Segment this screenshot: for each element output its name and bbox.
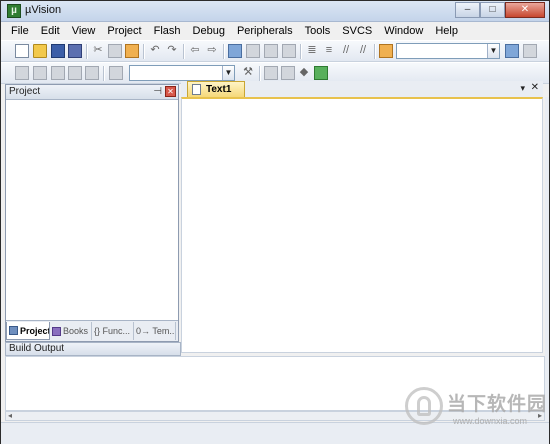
load-icon[interactable] xyxy=(109,66,123,80)
window-edge xyxy=(545,97,549,422)
project-pane-tabs: Project Books {} Func... 0→ Tem... xyxy=(6,320,178,341)
watermark-text: 当下软件园 xyxy=(447,393,548,415)
project-pane-title: Project xyxy=(9,86,41,97)
rebuild-icon[interactable] xyxy=(51,66,65,80)
close-button[interactable]: ✕ xyxy=(505,2,545,18)
tab-label: Books xyxy=(63,326,89,336)
navigate-forward-icon[interactable]: ⇨ xyxy=(205,44,219,58)
tab-label: Project xyxy=(20,325,50,336)
toolbar-separator xyxy=(374,44,376,59)
save-icon[interactable] xyxy=(51,44,65,58)
tab-label: 0→ Tem... xyxy=(136,326,176,336)
menu-help[interactable]: Help xyxy=(429,22,464,40)
pack-installer-icon[interactable]: ◆ xyxy=(297,66,311,80)
next-bookmark-icon[interactable] xyxy=(264,44,278,58)
find-icon[interactable] xyxy=(505,44,519,58)
editor-tab-text1[interactable]: Text1 xyxy=(187,81,245,97)
bookmark-icon[interactable] xyxy=(228,44,242,58)
menu-project[interactable]: Project xyxy=(101,22,147,40)
menu-peripherals[interactable]: Peripherals xyxy=(231,22,299,40)
watermark-logo xyxy=(405,387,443,425)
tab-label: {} Func... xyxy=(94,326,131,336)
menu-debug[interactable]: Debug xyxy=(187,22,231,40)
project-tree[interactable] xyxy=(8,101,176,321)
unindent-icon[interactable]: ≡ xyxy=(322,44,336,58)
target-combo[interactable]: ▼ xyxy=(129,65,235,81)
manage-components-icon[interactable] xyxy=(281,66,295,80)
application-window: µ µVision – □ ✕ File Edit View Project F… xyxy=(0,0,550,444)
menu-flash[interactable]: Flash xyxy=(148,22,187,40)
navigate-back-icon[interactable]: ⇦ xyxy=(188,44,202,58)
open-file-icon[interactable] xyxy=(33,44,47,58)
pin-icon[interactable]: ⊣ xyxy=(153,86,162,97)
undo-icon[interactable]: ↶ xyxy=(148,44,162,58)
editor-area[interactable] xyxy=(181,97,543,353)
save-all-icon[interactable] xyxy=(68,44,82,58)
build-output-title: Build Output xyxy=(9,343,65,354)
new-file-icon[interactable] xyxy=(15,44,29,58)
prev-bookmark-icon[interactable] xyxy=(246,44,260,58)
watermark-url: www.downxia.com xyxy=(453,416,528,426)
toolbar-separator xyxy=(223,44,225,59)
target-options-icon[interactable]: ⚒ xyxy=(241,66,255,80)
menu-view[interactable]: View xyxy=(66,22,102,40)
menu-tools[interactable]: Tools xyxy=(299,22,337,40)
cut-icon[interactable]: ✂ xyxy=(91,44,105,58)
project-icon xyxy=(9,326,18,335)
editor-tabstrip: Text1 ▾ ✕ xyxy=(181,81,543,97)
project-pane-header: Project ⊣ ✕ xyxy=(6,85,178,100)
batch-build-icon[interactable] xyxy=(68,66,82,80)
select-device-icon[interactable] xyxy=(314,66,328,80)
toolbar-separator xyxy=(143,44,145,59)
tab-books[interactable]: Books xyxy=(50,322,92,340)
project-pane: Project ⊣ ✕ Project Books {} Func... 0→ … xyxy=(5,84,179,342)
books-icon xyxy=(52,326,61,336)
menu-svcs[interactable]: SVCS xyxy=(336,22,378,40)
chevron-down-icon[interactable]: ▼ xyxy=(222,66,234,80)
scroll-left-icon[interactable]: ◂ xyxy=(8,411,12,420)
download-icon[interactable] xyxy=(85,66,99,80)
menu-window[interactable]: Window xyxy=(378,22,429,40)
tab-functions[interactable]: {} Func... xyxy=(92,322,134,340)
find-in-files-icon[interactable] xyxy=(379,44,393,58)
uncomment-icon[interactable]: // xyxy=(356,44,370,58)
menu-file[interactable]: File xyxy=(5,22,35,40)
toolbar-separator xyxy=(103,66,105,81)
file-extensions-icon[interactable] xyxy=(264,66,278,80)
maximize-button[interactable]: □ xyxy=(480,2,505,18)
copy-icon[interactable] xyxy=(108,44,122,58)
watermark-logo-shape xyxy=(417,396,431,416)
menu-edit[interactable]: Edit xyxy=(35,22,66,40)
minimize-button[interactable]: – xyxy=(455,2,480,18)
close-tab-icon[interactable]: ✕ xyxy=(531,82,539,93)
menu-bar: File Edit View Project Flash Debug Perip… xyxy=(1,22,549,40)
clear-bookmarks-icon[interactable] xyxy=(282,44,296,58)
toolbar-separator xyxy=(300,44,302,59)
file-toolbar: ✂ ↶ ↷ ⇦ ⇨ ≣ ≡ // // ▼ xyxy=(1,40,549,62)
toolbar-separator xyxy=(86,44,88,59)
config-icon[interactable] xyxy=(523,44,537,58)
tab-project[interactable]: Project xyxy=(6,322,50,340)
uvision-app-icon: µ xyxy=(7,4,21,18)
pane-close-icon[interactable]: ✕ xyxy=(165,86,176,97)
comment-icon[interactable]: // xyxy=(339,44,353,58)
find-combo[interactable]: ▼ xyxy=(396,43,500,59)
build-icon[interactable] xyxy=(33,66,47,80)
chevron-down-icon[interactable]: ▼ xyxy=(487,44,499,58)
tab-templates[interactable]: 0→ Tem... xyxy=(134,322,176,340)
editor-tab-label: Text1 xyxy=(206,84,232,95)
toolbar-separator xyxy=(183,44,185,59)
translate-icon[interactable] xyxy=(15,66,29,80)
build-output-header: Build Output xyxy=(5,342,181,356)
title-bar[interactable]: µ µVision – □ ✕ xyxy=(1,1,549,22)
indent-icon[interactable]: ≣ xyxy=(305,44,319,58)
window-title: µVision xyxy=(25,4,62,16)
toolbar-separator xyxy=(259,66,261,81)
tab-list-dropdown-icon[interactable]: ▾ xyxy=(520,83,525,94)
redo-icon[interactable]: ↷ xyxy=(165,44,179,58)
window-controls: – □ ✕ xyxy=(455,2,545,19)
document-icon xyxy=(192,84,201,95)
paste-icon[interactable] xyxy=(125,44,139,58)
